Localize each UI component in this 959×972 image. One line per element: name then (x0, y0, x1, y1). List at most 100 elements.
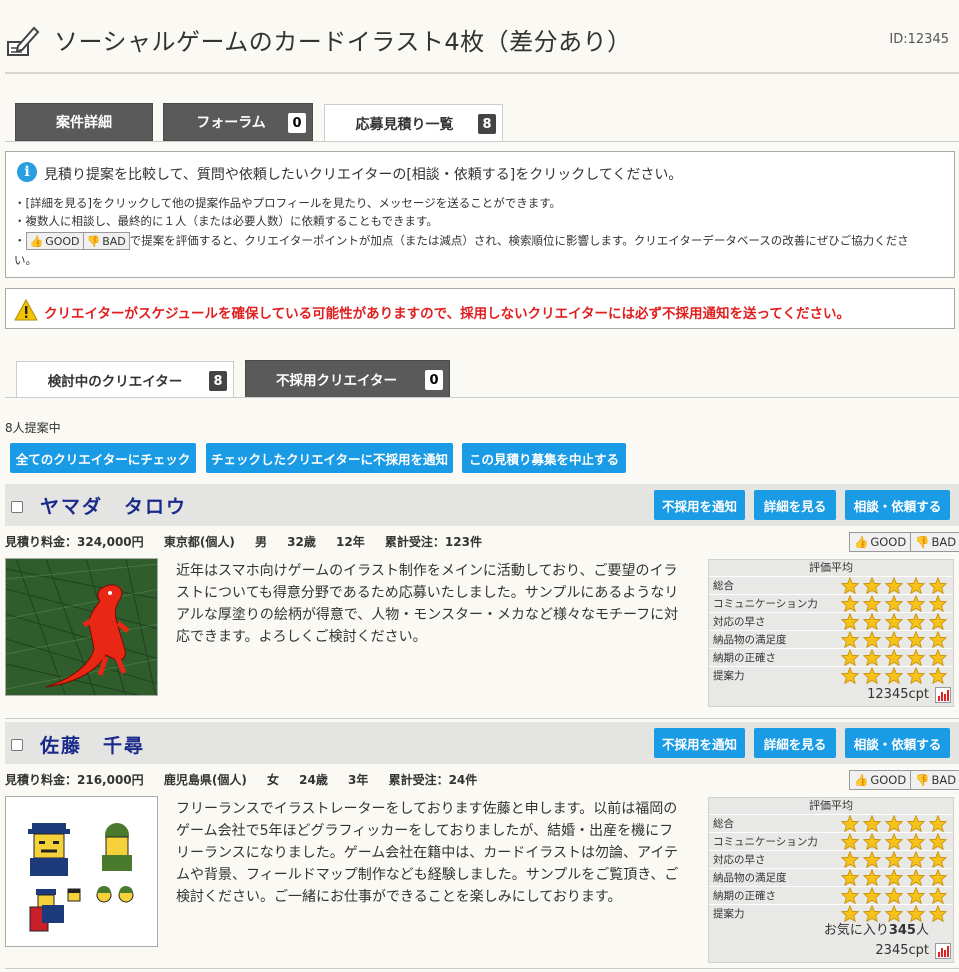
star-icon (927, 577, 949, 595)
star-rating (839, 613, 949, 631)
star-icon (883, 577, 905, 595)
favorites-unit: 人 (915, 923, 929, 938)
star-icon (883, 595, 905, 613)
rating-row: コミュニケーション力 (709, 594, 953, 612)
star-icon (905, 595, 927, 613)
subtab-count-badge: 0 (425, 370, 443, 390)
star-rating (839, 905, 949, 923)
star-icon (839, 887, 861, 905)
warning-text: クリエイターがスケジュールを確保している可能性がありますので、採用しないクリエイ… (44, 306, 850, 322)
rating-label: 対応の早さ (713, 854, 766, 866)
rating-row: 総合 (709, 814, 953, 832)
info-line: ・[詳細を見る]をクリックして他の提案作品やプロフィールを見たり、メッセージを送… (14, 196, 562, 210)
good-button[interactable]: 👍 GOOD (850, 533, 910, 551)
reject-notify-button[interactable]: 不採用を通知 (654, 490, 745, 520)
star-icon (927, 905, 949, 923)
star-icon (861, 667, 883, 685)
tab-label: フォーラム (196, 115, 266, 131)
rating-panel: 評価平均 総合 コミュニケーション力 対応の早さ 納品物の満足度 納期の正確さ 提案力 お… (708, 797, 954, 963)
bar-chart-icon[interactable] (935, 943, 951, 959)
bad-label: BAD (931, 535, 957, 549)
star-icon (883, 649, 905, 667)
subtab-considering[interactable]: 検討中のクリエイター 8 (16, 361, 234, 398)
star-rating (839, 815, 949, 833)
info-main-text: 見積り提案を比較して、質問や依頼したいクリエイターの[相談・依頼する]をクリック… (44, 167, 683, 183)
creator-name[interactable]: ヤマダ タロウ (40, 492, 187, 519)
star-icon (905, 613, 927, 631)
rating-label: コミュニケーション力 (713, 598, 818, 610)
star-icon (839, 851, 861, 869)
bar-chart-icon[interactable] (935, 687, 951, 703)
bad-button[interactable]: 👎 BAD (910, 533, 959, 551)
consult-request-button[interactable]: 相談・依頼する (845, 728, 950, 758)
rating-row: 総合 (709, 576, 953, 594)
favorites-row: お気に入り345人 (709, 922, 953, 940)
star-icon (883, 833, 905, 851)
stop-quote-button[interactable]: この見積り募集を中止する (462, 443, 626, 473)
portfolio-thumbnail[interactable] (5, 558, 158, 696)
rating-row: 納期の正確さ (709, 648, 953, 666)
creator-description: 近年はスマホ向けゲームのイラスト制作をメインに活動しており、ご要望のイラストにつ… (176, 563, 679, 645)
bad-sample: 👎 BAD (82, 233, 129, 249)
card-divider (5, 968, 959, 969)
subtabs-divider (5, 397, 959, 398)
tab-quotes-list[interactable]: 応募見積り一覧 8 (324, 104, 503, 142)
rating-label: 提案力 (713, 670, 745, 682)
good-sample: 👍 GOOD (29, 234, 80, 248)
reject-notify-button[interactable]: 不採用を通知 (654, 728, 745, 758)
creator-stats: 見積り料金：324,000円 東京都(個人) 男 32歳 12年 累計受注：12… (5, 535, 482, 549)
rating-rows: 総合コミュニケーション力 対応の早さ納品物の満足度 納期の正確さ 提案力 (709, 576, 953, 684)
rating-row: 対応の早さ (709, 612, 953, 630)
star-rating (839, 869, 949, 887)
view-details-button[interactable]: 詳細を見る (754, 490, 836, 520)
view-details-button[interactable]: 詳細を見る (754, 728, 836, 758)
tab-project-details[interactable]: 案件詳細 (15, 103, 153, 141)
star-icon (927, 815, 949, 833)
star-icon (839, 577, 861, 595)
pen-paper-icon (6, 24, 40, 58)
star-icon (861, 887, 883, 905)
star-icon (861, 649, 883, 667)
portfolio-thumbnail[interactable] (5, 796, 158, 947)
star-icon (839, 667, 861, 685)
star-icon (839, 649, 861, 667)
star-icon (927, 887, 949, 905)
rating-label: 総合 (713, 818, 734, 830)
warning-icon (14, 298, 38, 321)
creator-checkbox[interactable] (11, 501, 23, 513)
header-divider (5, 72, 959, 74)
creator-name[interactable]: 佐藤 千尋 (40, 731, 145, 758)
subtab-count-badge: 8 (209, 371, 227, 391)
tab-forum[interactable]: フォーラム 0 (163, 103, 313, 141)
star-icon (883, 869, 905, 887)
rating-rows: 総合 コミュニケーション力 対応の早さ 納品物の満足度 納期の正確さ 提案力 (709, 814, 953, 922)
creator-checkbox[interactable] (11, 739, 23, 751)
rating-label: 対応の早さ (713, 616, 766, 628)
star-icon (839, 595, 861, 613)
rating-title: 評価平均 (809, 799, 853, 812)
consult-request-button[interactable]: 相談・依頼する (845, 490, 950, 520)
star-icon (905, 869, 927, 887)
rating-panel: 評価平均 総合 コミュニケーション力 対応の早さ 納品物の満足度 納期の正確さ 提案力 1… (708, 559, 954, 707)
star-icon (905, 905, 927, 923)
subtab-rejected[interactable]: 不採用クリエイター 0 (245, 360, 450, 398)
bad-button[interactable]: 👎 BAD (910, 771, 959, 789)
star-rating (839, 649, 949, 667)
rating-row: 納品物の満足度 (709, 630, 953, 648)
star-icon (905, 887, 927, 905)
star-icon (905, 577, 927, 595)
rating-label: 納品物の満足度 (713, 634, 787, 646)
notify-rejection-checked-button[interactable]: チェックしたクリエイターに不採用を通知 (206, 443, 453, 473)
rating-label: 納期の正確さ (713, 652, 776, 664)
proposal-count: 8人提案中 (5, 421, 61, 435)
good-button[interactable]: 👍 GOOD (850, 771, 910, 789)
star-icon (861, 815, 883, 833)
star-icon (839, 905, 861, 923)
star-icon (861, 595, 883, 613)
rating-label: コミュニケーション力 (713, 836, 818, 848)
check-all-button[interactable]: 全てのクリエイターにチェック (10, 443, 196, 473)
card-divider (5, 718, 959, 719)
info-bullet: ・ (14, 233, 26, 248)
star-icon (861, 851, 883, 869)
star-icon (883, 613, 905, 631)
